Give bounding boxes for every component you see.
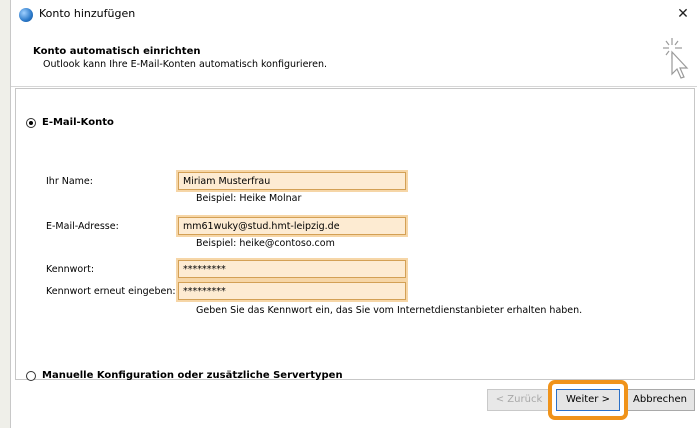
radio-email-account[interactable]: E-Mail-Konto xyxy=(26,117,114,128)
email-hint: Beispiel: heike@contoso.com xyxy=(196,238,335,249)
close-icon[interactable]: ✕ xyxy=(672,3,694,25)
name-hint: Beispiel: Heike Molnar xyxy=(196,193,302,204)
header-subtitle: Outlook kann Ihre E-Mail-Konten automati… xyxy=(43,59,328,70)
back-button[interactable]: < Zurück xyxy=(487,389,551,411)
password-hint: Geben Sie das Kennwort ein, das Sie vom … xyxy=(196,305,583,316)
password-label: Kennwort: xyxy=(46,264,95,275)
window-title: Konto hinzufügen xyxy=(39,7,136,20)
password-repeat-label: Kennwort erneut eingeben: xyxy=(46,286,176,297)
radio-manual-label: Manuelle Konfiguration oder zusätzliche … xyxy=(42,370,343,381)
name-label: Ihr Name: xyxy=(46,176,93,187)
radio-email-label: E-Mail-Konto xyxy=(42,117,114,128)
wizard-header: Konto automatisch einrichten Outlook kan… xyxy=(11,30,697,86)
password-repeat-field[interactable] xyxy=(178,282,406,300)
radio-unselected-icon xyxy=(26,370,36,381)
name-field[interactable] xyxy=(178,172,406,190)
header-title: Konto automatisch einrichten xyxy=(33,46,201,57)
header-divider xyxy=(11,86,697,87)
magic-cursor-icon xyxy=(663,38,689,79)
next-button[interactable]: Weiter > xyxy=(556,389,620,411)
outlook-app-icon xyxy=(19,8,33,22)
title-bar: Konto hinzufügen ✕ xyxy=(11,0,697,30)
radio-manual-config[interactable]: Manuelle Konfiguration oder zusätzliche … xyxy=(26,370,343,381)
email-field[interactable] xyxy=(178,217,406,235)
add-account-dialog: Konto hinzufügen ✕ Konto automatisch ein… xyxy=(10,0,697,428)
password-field[interactable] xyxy=(178,260,406,278)
radio-selected-icon xyxy=(26,117,36,128)
email-label: E-Mail-Adresse: xyxy=(46,221,119,232)
account-settings-panel: E-Mail-Konto Ihr Name: Beispiel: Heike M… xyxy=(15,88,695,381)
cancel-button[interactable]: Abbrechen xyxy=(625,389,695,411)
